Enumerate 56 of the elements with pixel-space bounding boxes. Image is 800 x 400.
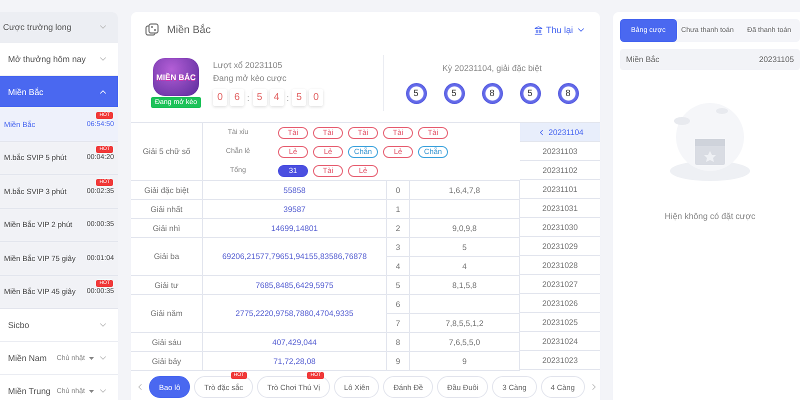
result-ball: 5 — [406, 82, 426, 104]
prize-label: Giải đặc biệt — [131, 181, 203, 200]
countdown-digit: 0 — [309, 89, 324, 106]
prize-numbers: 55858 — [203, 181, 387, 200]
head-digit: 0 — [387, 181, 410, 200]
head-digit: 3 — [387, 238, 410, 257]
prize-label: Giải nhì — [131, 219, 203, 238]
head-digit: 4 — [387, 257, 410, 276]
countdown-digit: 5 — [292, 89, 306, 106]
prize-label: Giải sáu — [131, 333, 203, 352]
prize-numbers: 71,72,28,08 — [203, 352, 387, 371]
prize-numbers: 14699,14801 — [203, 219, 387, 238]
countdown-digit: 4 — [270, 89, 284, 106]
result-ball: 5 — [444, 82, 464, 104]
prize-numbers: 7685,8485,6429,5975 — [203, 276, 387, 295]
countdown-digit: 5 — [252, 89, 267, 106]
countdown-separator: : — [247, 92, 250, 102]
countdown-separator: : — [286, 92, 290, 102]
head-digit: 5 — [387, 276, 410, 295]
empty-message: Hiện không có đặt cược — [664, 211, 756, 221]
caret-icon — [89, 356, 94, 360]
prize-label: Giải 5 chữ số — [131, 123, 203, 180]
game-title: Miền Bắc — [167, 24, 212, 36]
head-digit: 6 — [387, 295, 410, 314]
game-logo: MIỀN BẮC — [153, 58, 199, 96]
prize-label: Giải nhất — [131, 200, 203, 219]
prize-label: Giải tư — [131, 276, 203, 295]
head-digit: 1 — [387, 200, 410, 219]
prize-numbers: 69206,21577,79651,94155,83586,76878 — [203, 238, 387, 276]
result-ball: 8 — [558, 82, 578, 104]
round-status: Đang mở kèo cược — [213, 73, 288, 83]
head-digit: 7 — [387, 314, 410, 333]
last-result-label: Kỳ 20231104, giải đặc biệt — [442, 62, 542, 72]
bank-icon — [534, 26, 543, 34]
round-number: Lượt xổ 20231105 — [213, 60, 284, 70]
sidebar-group[interactable]: Miền Bắc — [0, 76, 118, 108]
caret-icon — [89, 390, 94, 392]
bet-game: Miền Bắc — [626, 55, 660, 64]
bet-round: 20231105 — [759, 55, 794, 64]
prize-numbers: 407,429,044 — [203, 333, 387, 352]
result-ball: 5 — [520, 82, 540, 104]
result-ball: 8 — [482, 82, 502, 104]
head-digit: 2 — [387, 219, 410, 238]
countdown-digit: 6 — [230, 89, 244, 106]
dice-icon — [145, 23, 159, 37]
sidebar-group[interactable]: Cược trường long — [0, 12, 118, 43]
prize-label: Giải bảy — [131, 352, 203, 371]
prize-label: Giải ba — [131, 238, 203, 276]
prize-label: Giải năm — [131, 295, 203, 333]
countdown-digit: 0 — [213, 89, 227, 106]
collapse-button[interactable]: Thu lại — [534, 25, 586, 35]
prize-numbers: 39587 — [203, 200, 387, 219]
prize-numbers: 2775,2220,9758,7880,4704,9335 — [203, 295, 387, 333]
head-digit: 9 — [387, 352, 410, 371]
date-item[interactable]: 20231104 — [520, 123, 600, 142]
head-digit: 8 — [387, 333, 410, 352]
